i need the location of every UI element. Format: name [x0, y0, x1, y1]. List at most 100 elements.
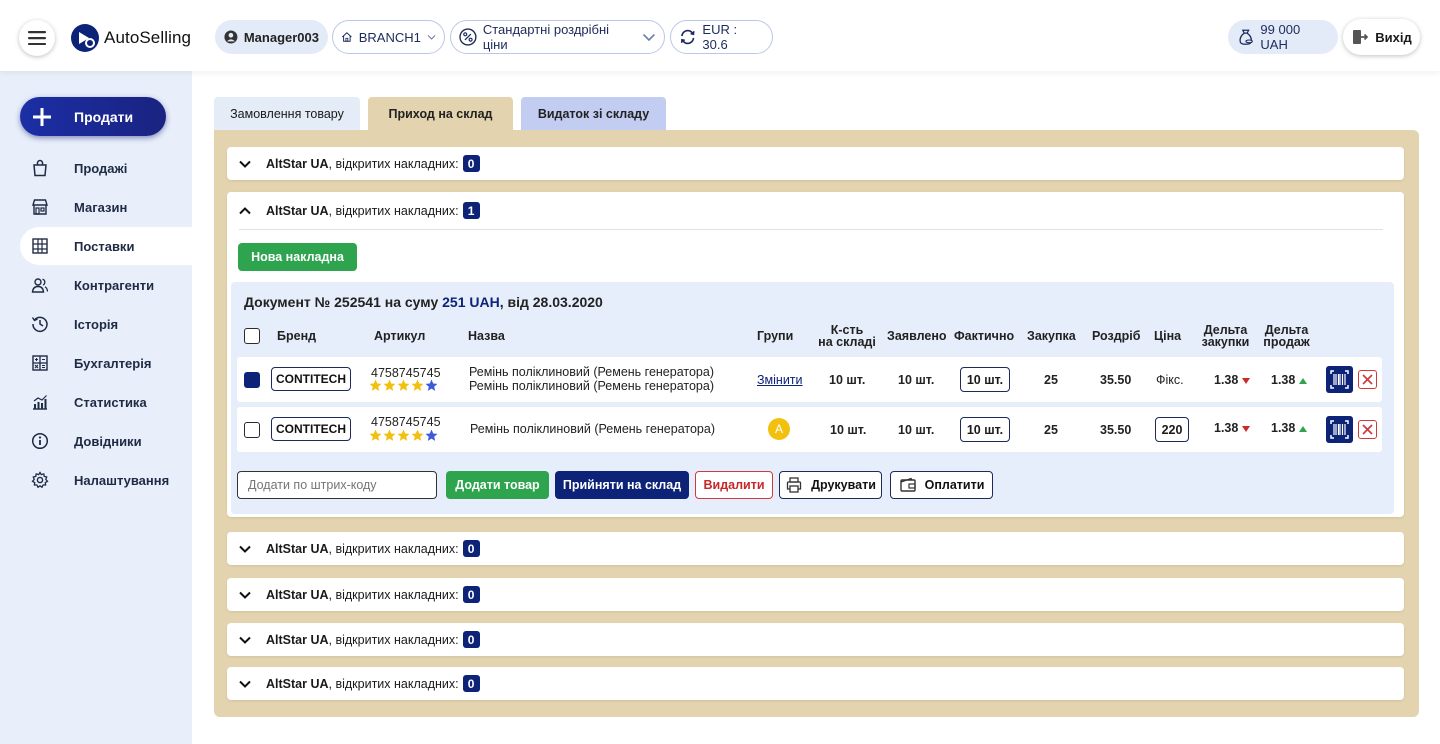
supplier-accordion-header[interactable]: AltStar UA , відкритих накладних: 1: [227, 192, 1404, 229]
product-name: Ремінь поліклиновий (Ремень генератора) …: [469, 365, 714, 393]
open-invoices-count: 0: [462, 631, 480, 648]
supplier-accordion[interactable]: AltStar UA , відкритих накладних: 0: [227, 578, 1404, 611]
brand-tag[interactable]: CONTITECH: [271, 417, 351, 441]
price-type-select[interactable]: Стандартні роздрібні ціни: [450, 20, 665, 54]
select-all-checkbox[interactable]: [244, 328, 260, 344]
row-checkbox[interactable]: [244, 372, 260, 388]
sidebar-item-history[interactable]: Історія: [20, 305, 192, 343]
printer-icon: [786, 477, 802, 493]
star-icon: [397, 379, 410, 391]
group-badge[interactable]: A: [768, 418, 790, 440]
barcode-button[interactable]: [1326, 416, 1353, 443]
logo[interactable]: AutoSelling: [70, 23, 191, 53]
print-label: Друкувати: [811, 478, 876, 492]
actual-qty-input[interactable]: 10 шт.: [960, 367, 1010, 392]
open-invoices-label: , відкритих накладних:: [328, 676, 459, 691]
sidebar-item-contractors[interactable]: Контрагенти: [20, 266, 192, 304]
col-price[interactable]: Ціна: [1154, 330, 1181, 343]
open-invoices-count: 1: [462, 202, 480, 219]
open-invoices-count: 0: [462, 155, 480, 172]
col-declared[interactable]: Заявлено: [887, 330, 947, 343]
stock-value: 10 шт.: [830, 423, 867, 437]
sidebar-item-settings[interactable]: Налаштування: [20, 461, 192, 499]
arrow-down-icon: [1242, 377, 1251, 384]
sidebar-item-deliveries[interactable]: Поставки: [20, 227, 192, 265]
sidebar-item-sales[interactable]: Продажі: [20, 149, 192, 187]
chevron-down-icon: [239, 545, 251, 553]
supplier-accordion[interactable]: AltStar UA , відкритих накладних: 0: [227, 667, 1404, 700]
chevron-down-icon: [239, 591, 251, 599]
delta-purchase: 1.38: [1214, 373, 1251, 387]
tab-warehouse-out[interactable]: Видаток зі складу: [521, 97, 666, 130]
sidebar-item-references[interactable]: Довідники: [20, 422, 192, 460]
new-invoice-button[interactable]: Нова накладна: [238, 243, 357, 271]
menu-button[interactable]: [19, 20, 55, 56]
supplier-accordion[interactable]: AltStar UA , відкритих накладних: 0: [227, 147, 1404, 180]
row-checkbox[interactable]: [244, 422, 260, 438]
sidebar-item-accounting[interactable]: Бухгалтерія: [20, 344, 192, 382]
col-delta-sale[interactable]: Дельта продаж: [1259, 324, 1314, 349]
col-delta-purchase[interactable]: Дельта закупки: [1198, 324, 1253, 349]
sidebar-item-label: Бухгалтерія: [74, 355, 152, 371]
declared-value: 10 шт.: [898, 423, 935, 437]
delta-sale-value: 1.38: [1271, 421, 1296, 435]
supplier-accordion[interactable]: AltStar UA , відкритих накладних: 0: [227, 623, 1404, 656]
col-retail[interactable]: Роздріб: [1092, 330, 1140, 343]
barcode-button[interactable]: [1326, 366, 1353, 393]
actual-qty-input[interactable]: 10 шт.: [960, 417, 1010, 442]
pay-button[interactable]: Оплатити: [890, 471, 993, 499]
add-product-button[interactable]: Додати товар: [446, 471, 549, 499]
purchase-value: 25: [1044, 423, 1058, 437]
col-delta-purchase-line2: закупки: [1201, 335, 1250, 349]
logo-icon: [71, 24, 99, 52]
document-title-prefix: Документ № 252541 на суму: [244, 294, 443, 310]
delta-purchase: 1.38: [1214, 421, 1251, 435]
currency-rate[interactable]: EUR : 30.6: [670, 20, 773, 54]
col-purchase[interactable]: Закупка: [1027, 330, 1076, 343]
top-bar: AutoSelling Manager003 BRANCH1 Стандартн…: [0, 0, 1440, 71]
delete-row-button[interactable]: [1358, 370, 1377, 389]
table-row[interactable]: CONTITECH 4758745745 Ремінь поліклиновий…: [237, 357, 1382, 402]
print-button[interactable]: Друкувати: [779, 471, 882, 499]
sidebar-item-statistics[interactable]: Статистика: [20, 383, 192, 421]
sidebar-item-label: Магазин: [74, 199, 128, 215]
sell-button[interactable]: Продати: [20, 97, 166, 136]
sidebar-item-store[interactable]: Магазин: [20, 188, 192, 226]
document-date: , від 28.03.2020: [499, 294, 603, 310]
star-icon: [411, 429, 424, 441]
money-bag-icon: [1239, 29, 1253, 45]
history-icon: [30, 314, 50, 334]
delta-purchase-value: 1.38: [1214, 421, 1239, 435]
open-invoices-count: 0: [462, 675, 480, 692]
col-brand[interactable]: Бренд: [277, 330, 316, 343]
price-input[interactable]: 220: [1155, 417, 1189, 442]
col-name[interactable]: Назва: [468, 330, 505, 343]
stock-value: 10 шт.: [829, 373, 866, 387]
barcode-icon: [1330, 420, 1349, 439]
delete-button[interactable]: Видалити: [695, 471, 773, 499]
table-row[interactable]: CONTITECH 4758745745 Ремінь поліклиновий…: [237, 407, 1382, 452]
user-pill[interactable]: Manager003: [215, 20, 328, 54]
balance-pill[interactable]: 99 000 UAH: [1228, 20, 1338, 54]
col-groups[interactable]: Групи: [757, 330, 793, 343]
change-group-link[interactable]: Змінити: [757, 373, 803, 387]
supplier-accordion[interactable]: AltStar UA , відкритих накладних: 0: [227, 532, 1404, 565]
sidebar-item-label: Продажі: [74, 160, 128, 176]
accept-to-warehouse-button[interactable]: Прийняти на склад: [555, 471, 689, 499]
col-actual[interactable]: Фактично: [954, 330, 1014, 343]
tab-warehouse-in[interactable]: Приход на склад: [368, 97, 513, 130]
col-stock[interactable]: К-сть на складі: [817, 324, 877, 349]
tab-orders[interactable]: Замовлення товару: [214, 97, 360, 130]
barcode-input[interactable]: [237, 471, 437, 499]
arrow-down-icon: [1242, 425, 1251, 432]
col-delta-sale-line2: продаж: [1263, 335, 1310, 349]
supplier-name: AltStar UA: [266, 632, 329, 647]
brand-tag[interactable]: CONTITECH: [271, 367, 351, 391]
delete-row-button[interactable]: [1358, 420, 1377, 439]
exit-button[interactable]: Вихід: [1343, 19, 1420, 55]
sidebar-item-label: Контрагенти: [74, 277, 155, 293]
product-name-line2: Ремінь поліклиновий (Ремень генератора): [469, 379, 714, 393]
branch-select[interactable]: BRANCH1: [332, 20, 445, 54]
divider: [239, 229, 1383, 230]
col-article[interactable]: Артикул: [374, 330, 425, 343]
